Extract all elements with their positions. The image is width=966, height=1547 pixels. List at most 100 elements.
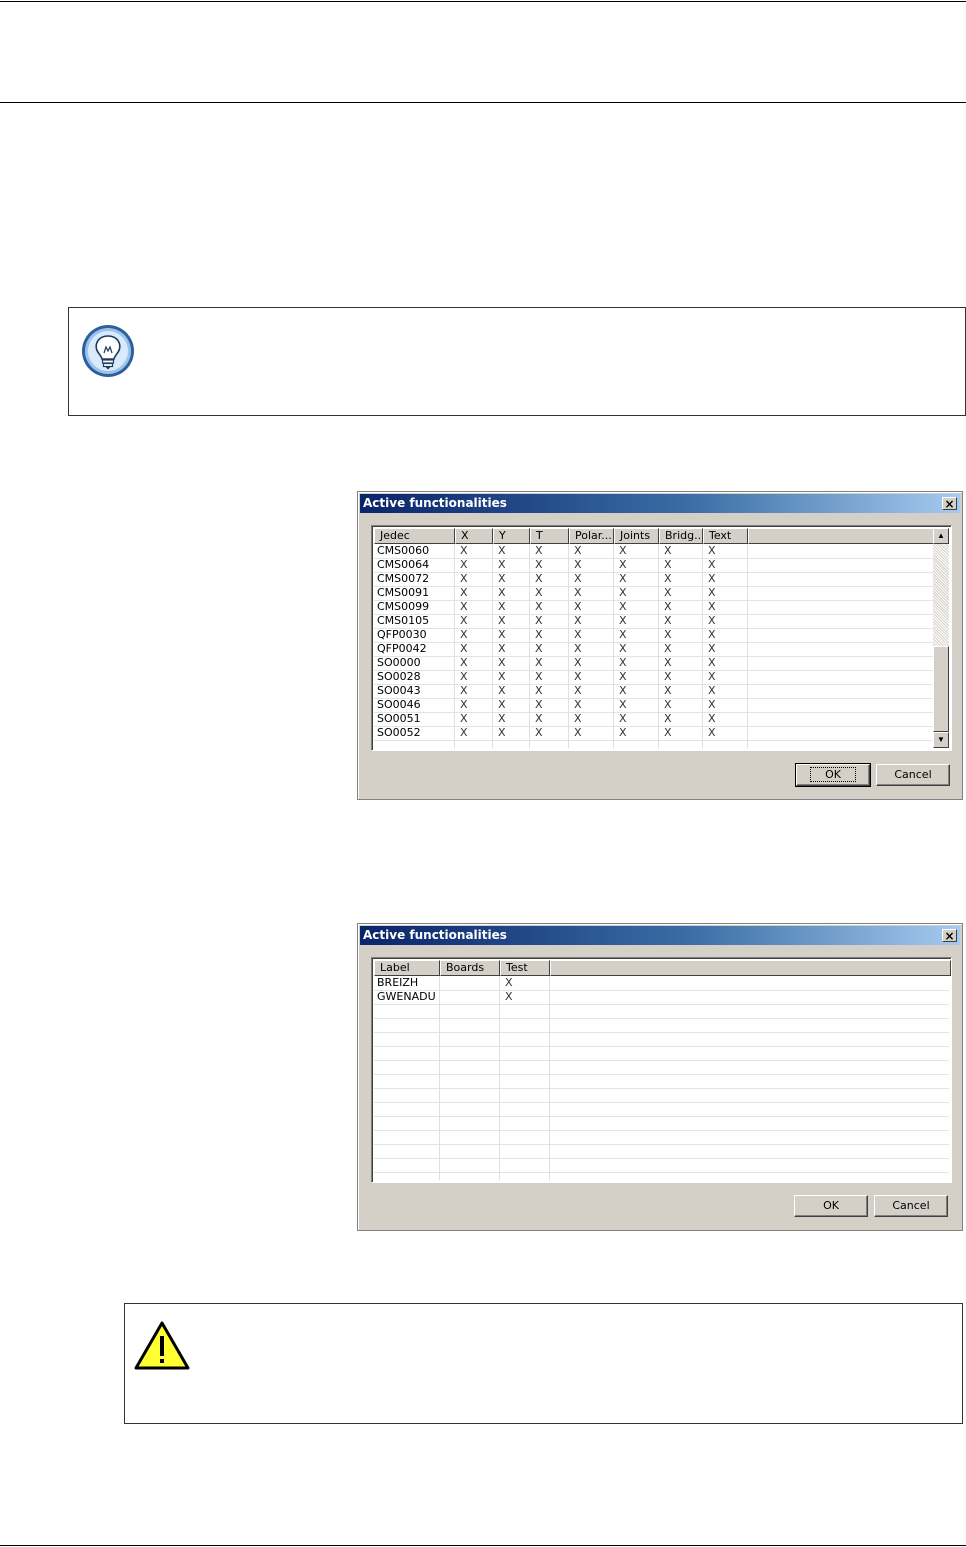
scroll-thumb[interactable] [933,646,949,732]
table-row[interactable]: QFP0042 X X X X X X X [374,642,949,657]
column-header[interactable]: Jedec [374,528,455,544]
table-row[interactable]: GWENADU X [374,990,949,1005]
column-header[interactable]: Bridg... [659,528,703,544]
lightbulb-icon [82,325,134,377]
row-flag: X [460,572,468,585]
ok-label: OK [823,1199,839,1212]
column-header[interactable]: X [455,528,493,544]
table-row[interactable] [374,1074,949,1089]
row-flag: X [460,656,468,669]
column-header[interactable]: T [530,528,569,544]
close-icon: × [944,497,955,511]
row-flag: X [708,614,716,627]
cancel-label: Cancel [892,1199,930,1212]
table-row[interactable] [374,1172,949,1182]
table-row[interactable]: SO0028 X X X X X X X [374,670,949,685]
row-flag: X [664,558,672,571]
table-row[interactable]: CMS0060 X X X X X X X [374,544,949,559]
row-flag: X [574,572,582,585]
row-flag: X [498,614,506,627]
column-header[interactable]: Label [374,960,440,976]
table-row[interactable] [374,1018,949,1033]
dialog-title-bar[interactable]: Active functionalities × [360,926,960,945]
row-flag: X [619,558,627,571]
ok-button[interactable]: OK [794,1195,868,1217]
table-row[interactable] [374,1060,949,1075]
close-button[interactable]: × [942,497,957,510]
row-flag: X [708,726,716,739]
row-flag: X [535,614,543,627]
table-row[interactable]: SO0051 X X X X X X X [374,712,949,727]
table-row[interactable] [374,1158,949,1173]
active-functionalities-dialog-jedec: Active functionalities × Jedec X Y T Polar..… [357,491,963,800]
column-header[interactable]: Boards [440,960,500,976]
row-label: GWENADU [377,990,436,1003]
row-flag: X [708,670,716,683]
column-header[interactable]: Polar... [569,528,614,544]
row-label: SO0046 [377,698,421,711]
grid-line [499,976,500,1180]
table-row[interactable] [374,1130,949,1145]
row-flag: X [574,628,582,641]
row-flag: X [460,586,468,599]
grid-line [747,544,748,748]
table-row[interactable] [374,1088,949,1103]
row-flag: X [574,600,582,613]
grid-line [549,976,550,1180]
table-row[interactable]: SO0043 X X X X X X X [374,684,949,699]
table-row[interactable]: BREIZH X [374,976,949,991]
table-row[interactable] [374,1116,949,1131]
scroll-down-button[interactable]: ▼ [933,732,949,748]
row-label: SO0043 [377,684,421,697]
row-flag: X [535,684,543,697]
ok-button[interactable]: OK [795,763,871,787]
scroll-up-button[interactable]: ▲ [933,528,949,544]
table-row[interactable]: SO0052 X X X X X X X [374,726,949,741]
row-label: BREIZH [377,976,419,989]
table-row[interactable] [374,1032,949,1047]
cancel-button[interactable]: Cancel [876,764,950,786]
table-row[interactable] [374,1046,949,1061]
table-row[interactable] [374,1102,949,1117]
column-header[interactable]: Test [500,960,550,976]
row-flag: X [535,572,543,585]
row-flag: X [535,698,543,711]
table-row[interactable]: SO0046 X X X X X X X [374,698,949,713]
table-row[interactable]: CMS0072 X X X X X X X [374,572,949,587]
table-row[interactable]: CMS0064 X X X X X X X [374,558,949,573]
row-flag: X [619,670,627,683]
row-flag: X [574,642,582,655]
row-label: SO0000 [377,656,421,669]
table-row[interactable]: QFP0030 X X X X X X X [374,628,949,643]
dialog-title-bar[interactable]: Active functionalities × [360,494,960,513]
row-label: QFP0042 [377,642,427,655]
table-row[interactable] [374,1144,949,1159]
row-flag: X [708,656,716,669]
row-flag: X [574,712,582,725]
list-body: BREIZH X GWENADU X [374,976,949,1180]
column-header[interactable]: Joints [614,528,659,544]
table-row[interactable]: CMS0091 X X X X X X X [374,586,949,601]
column-header[interactable]: Y [493,528,530,544]
column-header[interactable]: Text [703,528,748,544]
row-flag: X [574,586,582,599]
row-label: CMS0072 [377,572,430,585]
jedec-list[interactable]: Jedec X Y T Polar... Joints Bridg... Text CMS00… [371,525,952,751]
close-button[interactable]: × [942,929,957,942]
table-row[interactable]: CMS0099 X X X X X X X [374,600,949,615]
row-flag: X [708,642,716,655]
row-flag [440,990,500,1004]
row-flag: X [460,544,468,557]
row-label: CMS0064 [377,558,430,571]
table-row[interactable]: CMS0105 X X X X X X X [374,614,949,629]
label-list[interactable]: Label Boards Test BREIZH X GWENADU X [371,957,952,1183]
table-row[interactable]: SO0000 X X X X X X X [374,656,949,671]
table-row[interactable] [374,1004,949,1019]
column-header-filler [550,960,951,976]
row-flag: X [574,684,582,697]
vertical-scrollbar[interactable]: ▲ ▼ [933,528,949,748]
row-label: CMS0099 [377,600,430,613]
list-body: CMS0060 X X X X X X X CMS0064 X X X X X X X CMS0072 X X X X X… [374,544,949,748]
cancel-button[interactable]: Cancel [874,1195,948,1217]
row-flag: X [664,586,672,599]
